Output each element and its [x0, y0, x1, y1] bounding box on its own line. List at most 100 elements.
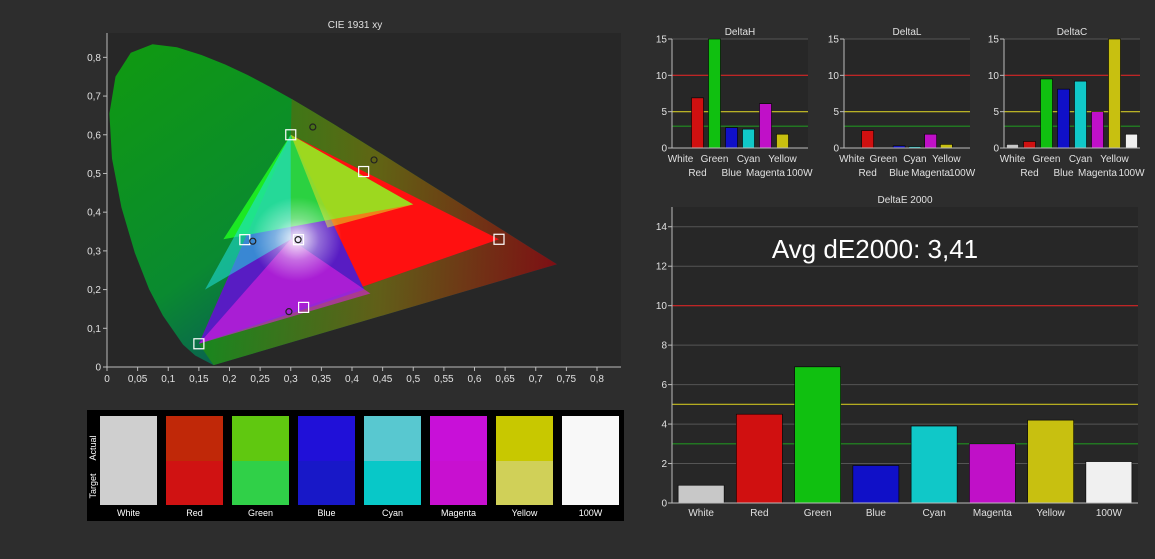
- y-tick-label: 8: [661, 341, 667, 352]
- bar-magenta: [969, 443, 1016, 504]
- y-tick-label: 5: [661, 107, 667, 118]
- cie-x-tick-label: 0,2: [223, 374, 237, 385]
- x-tick-label: Blue: [1053, 168, 1073, 179]
- x-tick-label: Magenta: [911, 168, 950, 179]
- cie-x-tick-label: 0,4: [345, 374, 359, 385]
- x-tick-label: Magenta: [1078, 168, 1117, 179]
- y-tick-label: 15: [828, 35, 840, 46]
- swatch-actual-blue: [298, 416, 355, 461]
- chart-title: DeltaE 2000: [877, 195, 932, 206]
- x-tick-label: Red: [750, 508, 768, 519]
- x-tick-label: Cyan: [903, 154, 926, 165]
- report-canvas: CIE 1931 xy 0 0,05 0,1 0,15 0,2 0,25 0,3 0,35 0,…: [87, 20, 1145, 521]
- swatch-target-cyan: [364, 461, 421, 505]
- cie-x-tick-label: 0,6: [468, 374, 482, 385]
- cie-x-tick-label: 0,55: [434, 374, 454, 385]
- swatch-target-blue: [298, 461, 355, 505]
- x-tick-label: Yellow: [768, 154, 797, 165]
- swatch-actual-yellow: [496, 416, 553, 461]
- swatch-actual-white: [100, 416, 157, 461]
- bar-red: [736, 413, 783, 504]
- x-tick-label: 100W: [1096, 508, 1123, 519]
- cie-x-tick-label: 0,7: [529, 374, 543, 385]
- cie-x-tick-label: 0,45: [373, 374, 393, 385]
- cie-y-tick-label: 0,3: [87, 246, 101, 257]
- swatch-label: Magenta: [441, 508, 476, 518]
- x-tick-label: Red: [858, 168, 876, 179]
- swatch-target-red: [166, 461, 223, 505]
- bar-magenta: [924, 133, 937, 149]
- x-tick-label: Magenta: [973, 508, 1012, 519]
- bar-yellow: [1108, 38, 1121, 149]
- x-tick-label: Cyan: [922, 508, 945, 519]
- x-tick-label: Green: [1033, 154, 1061, 165]
- y-tick-label: 0: [833, 144, 839, 155]
- swatch-label: Yellow: [512, 508, 538, 518]
- white-point-glow: [251, 197, 342, 282]
- target-row-label: Target: [88, 473, 98, 499]
- y-tick-label: 12: [656, 262, 668, 273]
- bar-green: [794, 366, 841, 504]
- cie-y-tick-label: 0,6: [87, 130, 101, 141]
- x-tick-label: Magenta: [746, 168, 785, 179]
- x-tick-label: Cyan: [737, 154, 760, 165]
- x-tick-label: Blue: [889, 168, 909, 179]
- y-tick-label: 15: [988, 35, 1000, 46]
- avg-annotation: Avg dE2000: 3,41: [772, 234, 978, 264]
- bar-green: [1040, 78, 1053, 149]
- x-tick-label: 100W: [949, 168, 976, 179]
- swatch-target-100w: [562, 461, 619, 505]
- bar-yellow: [776, 133, 789, 149]
- cie-y-tick-label: 0,4: [87, 208, 101, 219]
- y-tick-label: 14: [656, 222, 668, 233]
- cie-chart: CIE 1931 xy 0 0,05 0,1 0,15 0,2 0,25 0,3 0,35 0,…: [87, 20, 621, 385]
- bar-red: [1023, 141, 1036, 149]
- y-tick-label: 10: [988, 71, 1000, 82]
- swatch-actual-100w: [562, 416, 619, 461]
- swatch-actual-green: [232, 416, 289, 461]
- y-tick-label: 10: [656, 71, 668, 82]
- cie-x-tick-label: 0,35: [312, 374, 332, 385]
- swatch-actual-magenta: [430, 416, 487, 461]
- bar-white: [1006, 144, 1019, 149]
- cie-x-tick-label: 0: [104, 374, 110, 385]
- x-tick-label: White: [668, 154, 694, 165]
- y-tick-label: 5: [993, 107, 999, 118]
- y-tick-label: 15: [656, 35, 668, 46]
- y-tick-label: 2: [661, 459, 667, 470]
- bar-yellow: [940, 144, 953, 149]
- swatch-target-magenta: [430, 461, 487, 505]
- delta-e-chart: DeltaE 2000 0 2 4 6 8 10 12 14 White Red Green Blue C…: [656, 195, 1138, 519]
- swatch-label: White: [117, 508, 140, 518]
- cie-y-tick-label: 0,1: [87, 324, 101, 335]
- swatch-label: Cyan: [382, 508, 403, 518]
- x-tick-label: White: [688, 508, 714, 519]
- cie-x-tick-label: 0,25: [250, 374, 270, 385]
- bar-100w: [1125, 133, 1138, 149]
- cie-y-tick-label: 0,2: [87, 285, 101, 296]
- swatch-label: 100W: [579, 508, 603, 518]
- y-tick-label: 5: [833, 107, 839, 118]
- color-swatches: Actual Target White Red Green Blue Cyan Magen…: [87, 410, 624, 521]
- bar-cyan: [742, 128, 755, 149]
- swatch-label: Green: [248, 508, 273, 518]
- y-tick-label: 0: [661, 144, 667, 155]
- bar-blue: [725, 127, 738, 149]
- swatch-actual-cyan: [364, 416, 421, 461]
- delta-l-chart: DeltaL 0 5 10 15 White Red Green Blue Cyan Magenta…: [828, 27, 976, 179]
- x-tick-label: White: [839, 154, 865, 165]
- x-tick-label: Green: [869, 154, 897, 165]
- bar-yellow: [1027, 419, 1074, 504]
- x-tick-label: Green: [701, 154, 729, 165]
- swatch-target-white: [100, 461, 157, 505]
- y-tick-label: 6: [661, 380, 667, 391]
- x-tick-label: Cyan: [1069, 154, 1092, 165]
- x-tick-label: Blue: [866, 508, 886, 519]
- bar-cyan: [1074, 80, 1087, 149]
- bar-magenta: [1091, 111, 1104, 149]
- bar-red: [861, 130, 874, 149]
- cie-y-tick-label: 0,7: [87, 92, 101, 103]
- bar-blue: [1057, 88, 1070, 149]
- delta-h-chart: DeltaH 0 5 10 15 White Red Green Blue Cyan Magenta…: [656, 27, 813, 179]
- chart-title: DeltaC: [1057, 27, 1088, 38]
